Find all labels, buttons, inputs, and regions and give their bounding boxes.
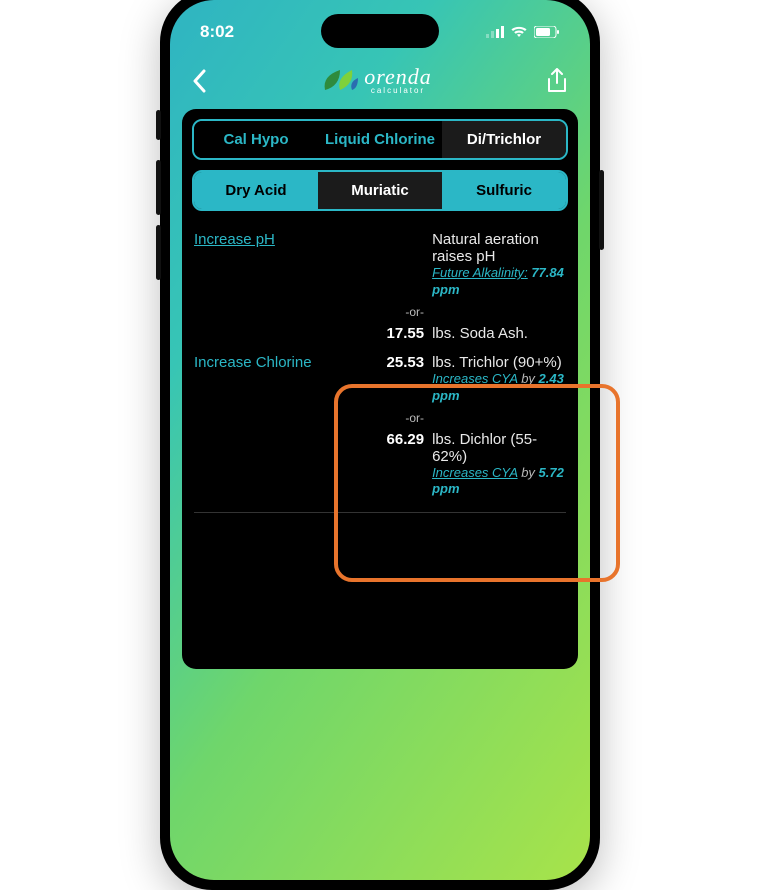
trichlor-amount: 25.53 bbox=[365, 354, 432, 405]
phone-frame: 8:02 orend bbox=[160, 0, 600, 890]
divider bbox=[194, 512, 566, 513]
dichlor-amount: 66.29 bbox=[365, 431, 432, 499]
brand-logo: orenda calculator bbox=[322, 66, 432, 95]
trichlor-desc: lbs. Trichlor (90+%) bbox=[432, 354, 566, 371]
volume-up-button bbox=[156, 160, 161, 215]
share-icon[interactable] bbox=[546, 68, 568, 94]
trichlor-cya-link[interactable]: Increases CYA bbox=[432, 371, 518, 386]
status-time: 8:02 bbox=[200, 22, 234, 42]
results-list: Increase pH Natural aeration raises pH F… bbox=[192, 221, 568, 517]
or-divider: -or- bbox=[365, 411, 432, 425]
increase-ph-link[interactable]: Increase pH bbox=[194, 231, 275, 248]
soda-ash-desc: lbs. Soda Ash. bbox=[432, 325, 566, 342]
soda-ash-amount: 17.55 bbox=[365, 325, 432, 342]
volume-down-button bbox=[156, 225, 161, 280]
seg-liquid-chlorine[interactable]: Liquid Chlorine bbox=[318, 121, 442, 158]
brand-name: orenda bbox=[364, 66, 432, 88]
seg-dry-acid[interactable]: Dry Acid bbox=[194, 172, 318, 209]
seg-muriatic[interactable]: Muriatic bbox=[318, 172, 442, 209]
dichlor-desc: lbs. Dichlor (55-62%) bbox=[432, 431, 566, 465]
ph-desc: Natural aeration raises pH bbox=[432, 231, 566, 265]
back-icon[interactable] bbox=[192, 69, 208, 93]
increase-chlorine-label: Increase Chlorine bbox=[194, 354, 365, 405]
side-button bbox=[156, 110, 161, 140]
row-increase-chlorine: Increase Chlorine 25.53 lbs. Trichlor (9… bbox=[194, 348, 566, 411]
row-soda-ash: 17.55 lbs. Soda Ash. bbox=[194, 319, 566, 348]
wifi-icon bbox=[510, 26, 528, 38]
dichlor-cya-link[interactable]: Increases CYA bbox=[432, 465, 518, 480]
seg-sulfuric[interactable]: Sulfuric bbox=[442, 172, 566, 209]
row-dichlor: 66.29 lbs. Dichlor (55-62%) Increases CY… bbox=[194, 425, 566, 505]
seg-di-trichlor[interactable]: Di/Trichlor bbox=[442, 121, 566, 158]
seg-cal-hypo[interactable]: Cal Hypo bbox=[194, 121, 318, 158]
power-button bbox=[599, 170, 604, 250]
row-increase-ph: Increase pH Natural aeration raises pH F… bbox=[194, 225, 566, 305]
acid-type-segmented: Dry Acid Muriatic Sulfuric bbox=[192, 170, 568, 211]
leaf-icon bbox=[322, 68, 358, 94]
or-divider: -or- bbox=[365, 305, 432, 319]
brand-sub: calculator bbox=[364, 86, 432, 95]
chlorine-type-segmented: Cal Hypo Liquid Chlorine Di/Trichlor bbox=[192, 119, 568, 160]
screen: 8:02 orend bbox=[170, 0, 590, 880]
dynamic-island bbox=[321, 14, 439, 48]
cellular-icon bbox=[486, 26, 504, 38]
content-panel: Cal Hypo Liquid Chlorine Di/Trichlor Dry… bbox=[182, 109, 578, 669]
battery-icon bbox=[534, 26, 560, 38]
app-header: orenda calculator bbox=[170, 48, 590, 105]
future-alkalinity-link[interactable]: Future Alkalinity: bbox=[432, 265, 528, 280]
